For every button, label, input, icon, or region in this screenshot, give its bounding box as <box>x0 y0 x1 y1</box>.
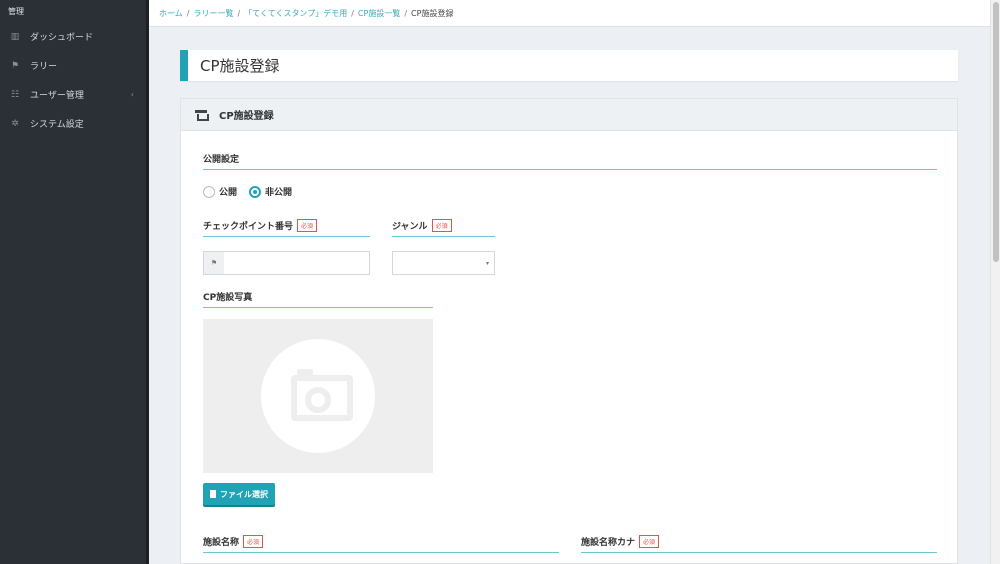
facility-kana-label: 施設名称カナ 必須 <box>581 535 937 553</box>
breadcrumb-rally-demo[interactable]: 「てくてくスタンプ」デモ用 <box>244 8 347 19</box>
scrollbar-thumb[interactable] <box>993 2 999 262</box>
chevron-left-icon: ‹ <box>130 90 134 99</box>
required-badge: 必須 <box>431 219 452 232</box>
flag-icon: ⚑ <box>204 252 224 274</box>
sidebar: 管理 ▥ ダッシュボード ⚑ ラリー ☷ ユーザー管理 ‹ ✲ システム設定 <box>0 0 146 564</box>
radio-private-label[interactable]: 非公開 <box>265 185 292 198</box>
sidebar-item-rally[interactable]: ⚑ ラリー <box>0 51 146 80</box>
sidebar-edge <box>146 0 149 564</box>
required-badge: 必須 <box>243 535 264 548</box>
chart-icon: ▥ <box>10 31 20 42</box>
facility-name-label: 施設名称 必須 <box>203 535 559 553</box>
file-select-label: ファイル選択 <box>220 489 268 499</box>
radio-public-label[interactable]: 公開 <box>219 185 237 198</box>
flag-icon: ⚑ <box>10 60 20 71</box>
required-badge: 必須 <box>297 219 318 232</box>
breadcrumb: ホーム / ラリー一覧 / 「てくてくスタンプ」デモ用 / CP施設一覧 / C… <box>149 0 990 27</box>
publish-setting-label: 公開設定 <box>203 152 937 170</box>
sidebar-header: 管理 <box>8 7 24 16</box>
page-title: CP施設登録 <box>180 50 958 81</box>
card-header: CP施設登録 <box>181 99 957 131</box>
genre-text: ジャンル <box>392 222 428 232</box>
sidebar-item-dashboard[interactable]: ▥ ダッシュボード <box>0 22 146 51</box>
checkpoint-number-text: チェックポイント番号 <box>203 222 294 232</box>
sidebar-item-label: ユーザー管理 <box>30 91 84 101</box>
file-select-button[interactable]: ファイル選択 <box>203 483 275 505</box>
breadcrumb-separator: / <box>404 8 408 18</box>
radio-private[interactable] <box>249 185 262 198</box>
breadcrumb-rally-list[interactable]: ラリー一覧 <box>193 8 233 19</box>
breadcrumb-separator: / <box>186 8 190 18</box>
card-title: CP施設登録 <box>219 111 274 122</box>
publish-radio-group: 公開 非公開 <box>203 185 304 198</box>
file-icon <box>210 490 216 498</box>
sidebar-item-user-management[interactable]: ☷ ユーザー管理 ‹ <box>0 80 146 109</box>
publish-setting-text: 公開設定 <box>203 155 240 165</box>
chevron-down-icon: ▾ <box>485 260 489 267</box>
breadcrumb-cp-list[interactable]: CP施設一覧 <box>358 8 400 19</box>
checkpoint-number-label: チェックポイント番号 必須 <box>203 219 370 237</box>
breadcrumb-current: CP施設登録 <box>411 8 454 18</box>
checkpoint-number-field: ⚑ <box>203 251 370 275</box>
breadcrumb-home[interactable]: ホーム <box>159 8 183 19</box>
sidebar-item-system-settings[interactable]: ✲ システム設定 <box>0 109 146 138</box>
sidebar-item-label: ラリー <box>30 62 58 72</box>
photo-label: CP施設写真 <box>203 290 433 308</box>
page-scrollbar[interactable] <box>990 0 1000 564</box>
radio-public[interactable] <box>203 185 215 198</box>
photo-label-text: CP施設写真 <box>203 293 253 303</box>
breadcrumb-separator: / <box>237 8 241 18</box>
breadcrumb-separator: / <box>351 8 354 18</box>
facility-name-text: 施設名称 <box>203 538 240 548</box>
camera-icon <box>261 339 375 453</box>
facility-kana-text: 施設名称カナ <box>581 538 636 548</box>
gear-icon: ✲ <box>11 118 19 129</box>
sidebar-item-label: ダッシュボード <box>30 33 94 43</box>
store-icon <box>195 110 209 121</box>
photo-preview <box>203 319 433 473</box>
checkpoint-number-input[interactable] <box>224 252 369 274</box>
facility-form-card: CP施設登録 公開設定 公開 非公開 チェックポイント番号 必須 ⚑ ジャンル 必須… <box>180 98 958 564</box>
users-icon: ☷ <box>10 89 20 100</box>
genre-select[interactable]: ▾ <box>392 251 495 275</box>
genre-label: ジャンル 必須 <box>392 219 495 237</box>
required-badge: 必須 <box>639 535 660 548</box>
sidebar-item-label: システム設定 <box>30 120 84 130</box>
